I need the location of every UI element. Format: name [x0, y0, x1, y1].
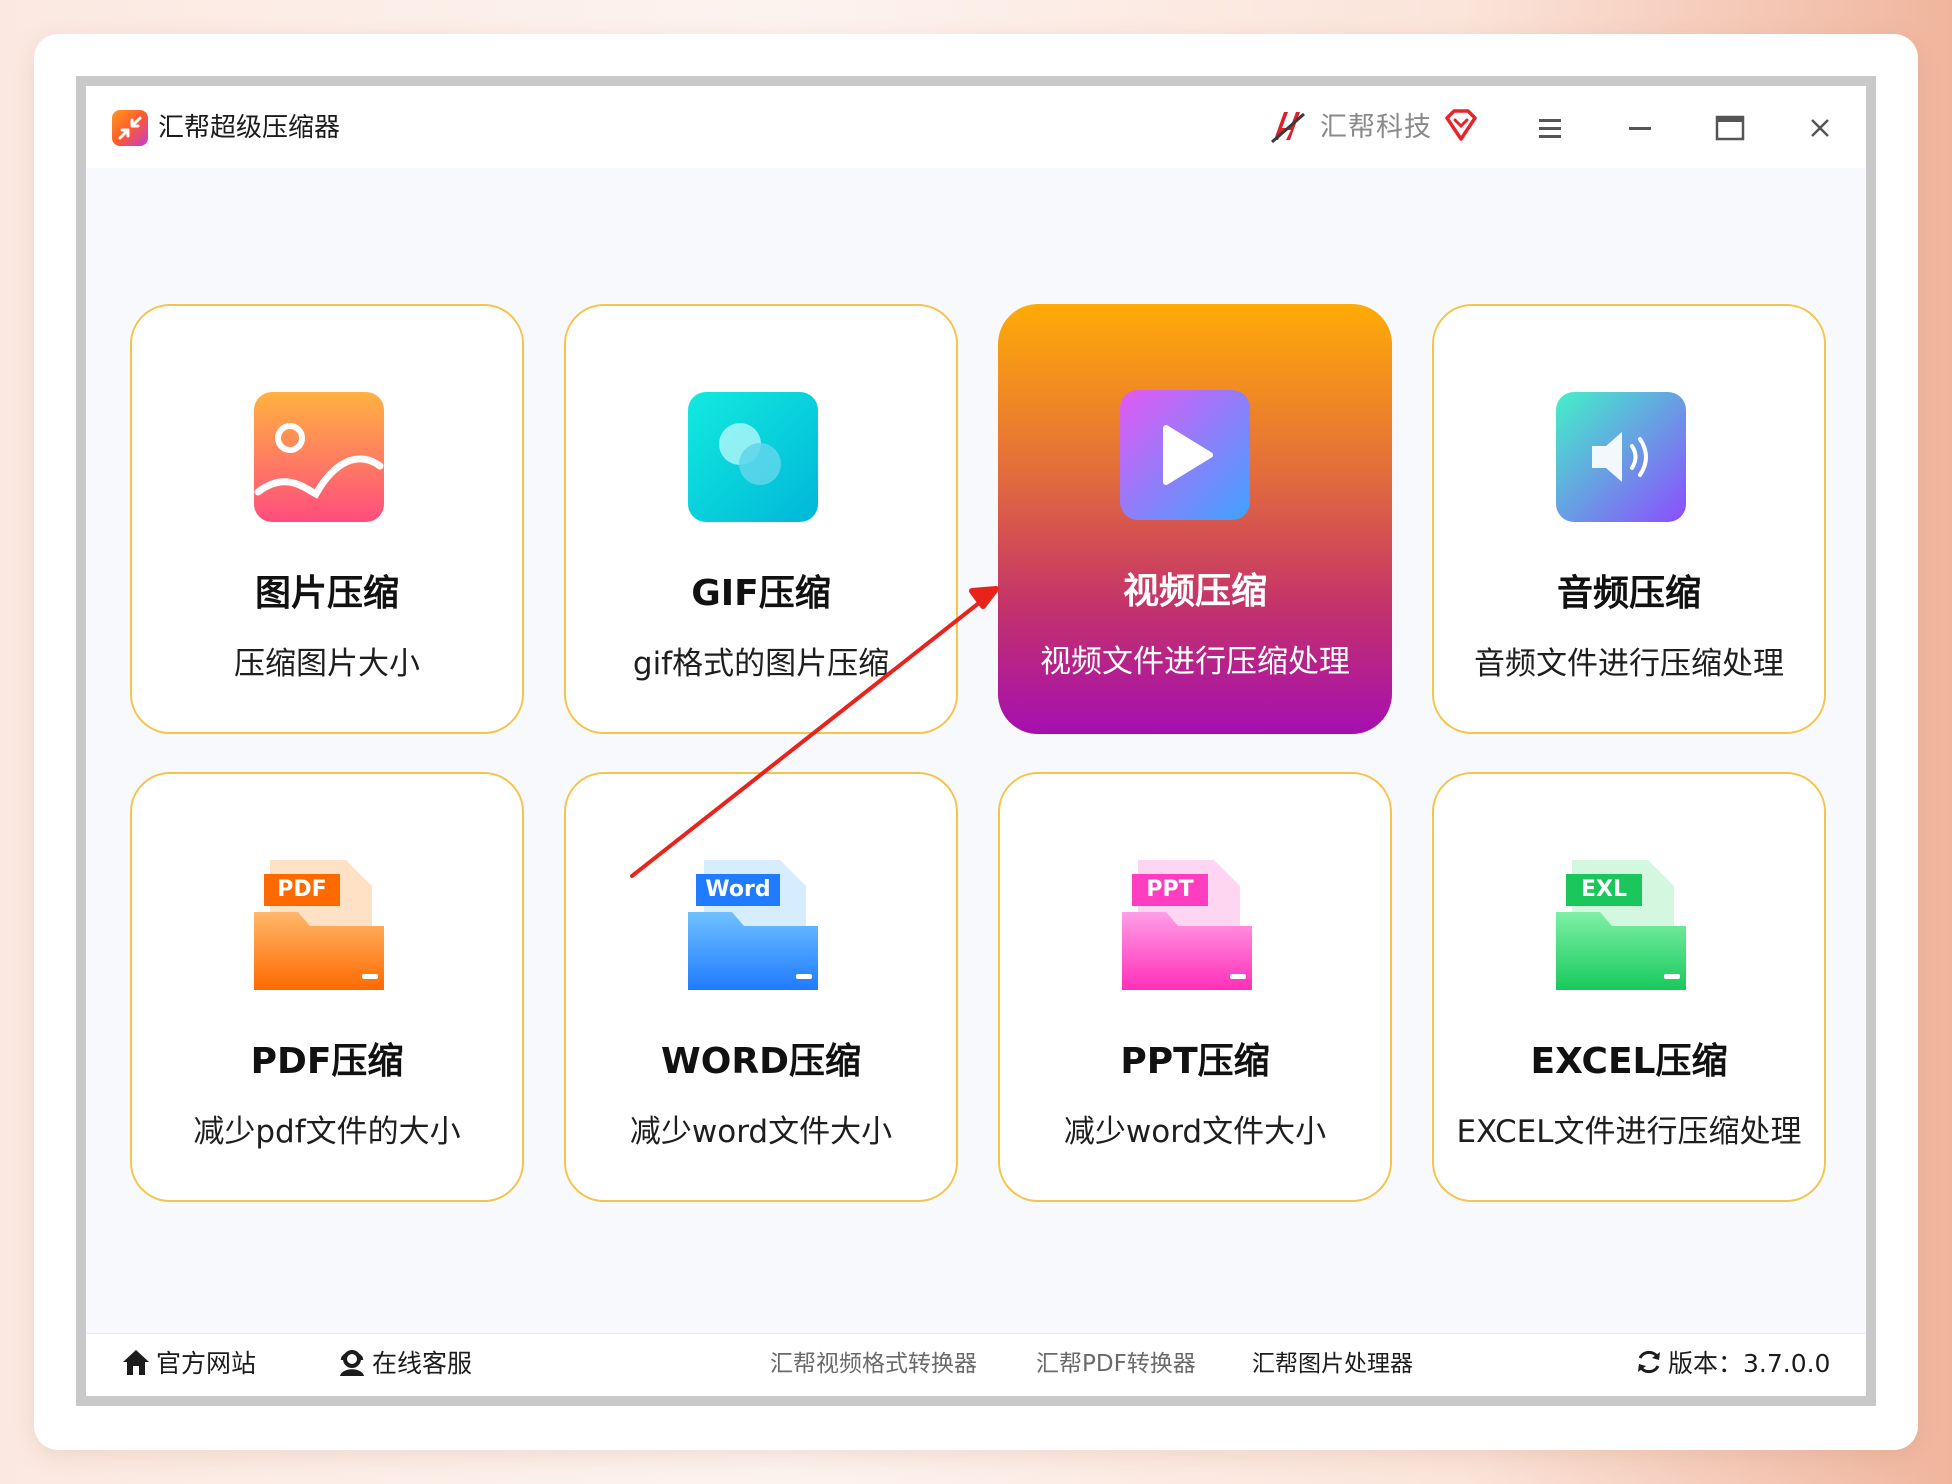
app-logo-icon	[112, 110, 148, 146]
card-title: GIF压缩	[691, 573, 831, 614]
diamond-heart-icon[interactable]	[1444, 108, 1478, 144]
hamburger-icon[interactable]	[1526, 104, 1574, 152]
brand-logo-icon	[1266, 106, 1310, 150]
version-info[interactable]: 版本：3.7.0.0	[1634, 1346, 1830, 1382]
minimize-icon[interactable]	[1616, 104, 1664, 152]
online-support-link[interactable]: 在线客服	[336, 1346, 472, 1382]
card-subtitle: 减少word文件大小	[1063, 1114, 1327, 1150]
card-subtitle: EXCEL文件进行压缩处理	[1456, 1114, 1802, 1150]
ppt-folder-icon: PPT	[1122, 860, 1252, 990]
card-title: 视频压缩	[1122, 571, 1267, 612]
card-subtitle: 减少word文件大小	[629, 1114, 893, 1150]
word-badge: Word	[696, 874, 780, 906]
card-subtitle: 减少pdf文件的大小	[193, 1114, 461, 1150]
excel-badge: EXL	[1566, 874, 1642, 906]
card-title: WORD压缩	[661, 1041, 861, 1082]
excel-folder-icon: EXL	[1556, 860, 1686, 990]
card-title: 图片压缩	[254, 573, 399, 614]
official-site-label: 官方网站	[156, 1349, 257, 1378]
pdf-folder-icon: PDF	[254, 860, 384, 990]
card-image-compress[interactable]: 图片压缩 压缩图片大小	[130, 304, 524, 734]
card-title: PDF压缩	[250, 1041, 404, 1082]
official-site-link[interactable]: 官方网站	[120, 1346, 256, 1382]
brand-name: 汇帮科技	[1320, 112, 1432, 143]
card-subtitle: 视频文件进行压缩处理	[1040, 644, 1350, 680]
card-word-compress[interactable]: Word WORD压缩 减少word文件大小	[564, 772, 958, 1202]
maximize-icon[interactable]	[1706, 104, 1754, 152]
card-subtitle: 压缩图片大小	[234, 646, 420, 682]
customer-service-icon	[340, 1350, 364, 1376]
card-audio-compress[interactable]: 音频压缩 音频文件进行压缩处理	[1432, 304, 1826, 734]
statusbar: 官方网站 在线客服 汇帮视频格式转换器 汇帮PDF转换器 汇帮图片处理器 版本：…	[86, 1333, 1866, 1396]
card-excel-compress[interactable]: EXL EXCEL压缩 EXCEL文件进行压缩处理	[1432, 772, 1826, 1202]
app-window: 汇帮超级压缩器 汇帮科技 图片压缩 压缩图片大小 GIF压缩 gif格式的图片压…	[76, 76, 1876, 1406]
pdf-converter-link[interactable]: 汇帮PDF转换器	[1036, 1346, 1196, 1382]
card-video-compress[interactable]: 视频压缩 视频文件进行压缩处理	[998, 304, 1392, 734]
app-title: 汇帮超级压缩器	[158, 113, 341, 143]
card-gif-compress[interactable]: GIF压缩 gif格式的图片压缩	[564, 304, 958, 734]
card-subtitle: gif格式的图片压缩	[632, 646, 890, 682]
card-pdf-compress[interactable]: PDF PDF压缩 减少pdf文件的大小	[130, 772, 524, 1202]
card-title: PPT压缩	[1120, 1041, 1270, 1082]
video-converter-link[interactable]: 汇帮视频格式转换器	[770, 1346, 977, 1382]
card-subtitle: 音频文件进行压缩处理	[1474, 646, 1784, 682]
version-label: 版本：3.7.0.0	[1668, 1349, 1831, 1378]
close-icon[interactable]	[1796, 104, 1844, 152]
gif-icon	[688, 392, 818, 522]
titlebar: 汇帮超级压缩器 汇帮科技	[86, 86, 1866, 168]
audio-speaker-icon	[1556, 392, 1686, 522]
image-processor-link[interactable]: 汇帮图片处理器	[1252, 1346, 1413, 1382]
image-icon	[254, 392, 384, 522]
card-ppt-compress[interactable]: PPT PPT压缩 减少word文件大小	[998, 772, 1392, 1202]
online-support-label: 在线客服	[372, 1349, 473, 1378]
card-title: 音频压缩	[1556, 573, 1701, 614]
ppt-badge: PPT	[1132, 874, 1208, 906]
card-title: EXCEL压缩	[1530, 1041, 1728, 1082]
word-folder-icon: Word	[688, 860, 818, 990]
video-play-icon	[1120, 390, 1250, 520]
pdf-badge: PDF	[264, 874, 340, 906]
refresh-icon	[1638, 1350, 1660, 1374]
home-icon	[123, 1350, 149, 1375]
